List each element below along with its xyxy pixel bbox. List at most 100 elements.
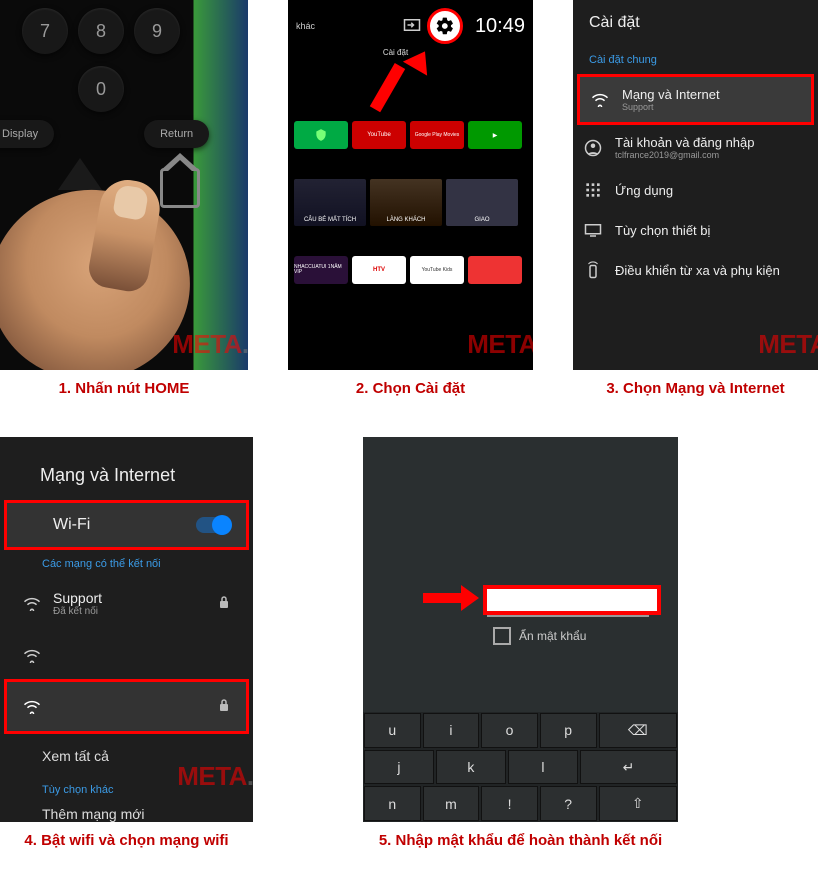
tv-posters-row: CÂU BÉ MẤT TÍCH LÀNG KHÁCH GIAO [288,175,533,230]
settings-row-sub: tclfrance2019@gmail.com [615,150,755,160]
topbar-time: 10:49 [475,15,525,38]
app-tile[interactable] [468,256,522,284]
wifi-network-support[interactable]: Support Đã kết nối [4,574,249,633]
wifi-label: Wi-Fi [53,516,90,534]
settings-gear-highlight[interactable] [427,8,463,44]
settings-row-sub: Support [622,102,720,112]
remote-key-7[interactable]: 7 [22,8,68,54]
tv-apps-row-1: YouTube Google Play Movies ▶ [288,117,533,153]
step2-panel: khác 10:49 Cài đặt [288,0,533,370]
step2-caption: 2. Chọn Cài đặt [356,380,465,397]
keypad-row-789: 7 8 9 [22,8,180,54]
key[interactable]: i [423,713,480,748]
step1-panel: 7 8 9 0 Display Return META.vn [0,0,248,370]
remote-key-0[interactable]: 0 [78,66,124,112]
key[interactable]: ? [540,786,597,821]
hide-password-row[interactable]: Ẩn mật khẩu [493,627,586,645]
app-tile-ytkids[interactable]: YouTube Kids [410,256,464,284]
key[interactable]: m [423,786,480,821]
step3-panel: Cài đặt Cài đặt chung Mạng và Internet S… [573,0,818,370]
settings-section-general: Cài đặt chung [573,46,818,74]
step4-panel: Mạng và Internet Wi-Fi Các mạng có thể k… [0,437,253,822]
step1-caption: 1. Nhấn nút HOME [59,380,190,397]
dpad-up[interactable] [58,158,102,190]
apps-icon [583,180,603,200]
topbar-khac: khác [296,21,315,31]
settings-row-remote[interactable]: Điều khiển từ xa và phụ kiện [573,250,818,290]
key[interactable]: j [364,750,434,785]
wifi-icon [23,649,41,663]
remote-key-8[interactable]: 8 [78,8,124,54]
key-backspace[interactable]: ⌫ [599,713,677,748]
app-tile[interactable] [294,121,348,149]
settings-row-title: Ứng dụng [615,183,673,198]
onscreen-keyboard: u i o p ⌫ j k l ↵ n m ! ? ⇧ [363,712,678,822]
key[interactable]: n [364,786,421,821]
key-shift[interactable]: ⇧ [599,786,677,821]
hide-password-label: Ẩn mật khẩu [519,629,586,643]
step4-caption: 4. Bật wifi và chọn mạng wifi [24,832,228,849]
settings-row-title: Mạng và Internet [622,87,720,102]
watermark: META.vn [758,329,818,360]
input-icon[interactable] [403,18,421,35]
settings-row-network[interactable]: Mạng và Internet Support [577,74,814,125]
remote-icon [583,260,603,280]
key[interactable]: ! [481,786,538,821]
app-tile-play-movies[interactable]: Google Play Movies [410,121,464,149]
keypad-display-return: Display Return [0,120,209,148]
app-tile-htv[interactable]: HTV [352,256,406,284]
watermark: META.vn [467,329,533,360]
tv-apps-row-2: NHACCUATUI 1NĂM VIP HTV YouTube Kids [288,252,533,288]
key[interactable]: p [540,713,597,748]
settings-row-title: Điều khiển từ xa và phụ kiện [615,263,780,278]
key[interactable]: o [481,713,538,748]
see-all-networks[interactable]: Xem tất cả [0,734,253,774]
settings-row-title: Tùy chọn thiết bị [615,223,710,238]
password-input[interactable] [483,585,661,615]
poster-tile[interactable]: GIAO [446,179,518,226]
settings-row-apps[interactable]: Ứng dụng [573,170,818,210]
app-tile[interactable]: ▶ [468,121,522,149]
add-network[interactable]: Thêm mạng mới [0,800,253,822]
step5-caption: 5. Nhập mật khẩu để hoàn thành kết nối [379,832,662,849]
home-button-icon[interactable] [160,168,200,208]
settings-row-title: Tài khoản và đăng nhập [615,135,755,150]
poster-tile[interactable]: CÂU BÉ MẤT TÍCH [294,179,366,226]
device-icon [583,220,603,240]
step3-caption: 3. Chọn Mạng và Internet [606,380,784,397]
account-icon [583,138,603,158]
key[interactable]: l [508,750,578,785]
app-tile-nhaccuatui[interactable]: NHACCUATUI 1NĂM VIP [294,256,348,284]
checkbox-icon [493,627,511,645]
remote-return-button[interactable]: Return [144,120,209,148]
wifi-name: Support [53,590,102,606]
wifi-icon [590,90,610,110]
settings-row-device[interactable]: Tùy chọn thiết bị [573,210,818,250]
key[interactable]: u [364,713,421,748]
remote-key-9[interactable]: 9 [134,8,180,54]
remote-display-button[interactable]: Display [0,120,54,148]
wifi-status: Đã kết nối [53,606,102,617]
wifi-network-empty1[interactable] [4,633,249,679]
wifi-icon [23,597,41,611]
key-enter[interactable]: ↵ [580,750,677,785]
wifi-toggle-row[interactable]: Wi-Fi [4,500,249,550]
other-options-label: Tùy chọn khác [0,774,253,800]
settings-header: Cài đặt [573,0,818,46]
red-arrow-indicator [423,589,477,605]
lock-icon [218,595,230,612]
poster-tile[interactable]: LÀNG KHÁCH [370,179,442,226]
lock-icon [218,698,230,715]
gear-icon [433,14,457,38]
network-header: Mạng và Internet [0,437,253,500]
app-tile-youtube[interactable]: YouTube [352,121,406,149]
wifi-toggle[interactable] [196,517,230,533]
key[interactable]: k [436,750,506,785]
watermark: META.vn [172,329,248,360]
password-underline [487,615,649,617]
red-arrow-indicator [388,56,438,116]
wifi-network-selected[interactable] [4,679,249,734]
step5-panel: Ẩn mật khẩu u i o p ⌫ j k l ↵ n [363,437,678,822]
wifi-icon [23,700,41,714]
settings-row-account[interactable]: Tài khoản và đăng nhập tclfrance2019@gma… [573,125,818,170]
